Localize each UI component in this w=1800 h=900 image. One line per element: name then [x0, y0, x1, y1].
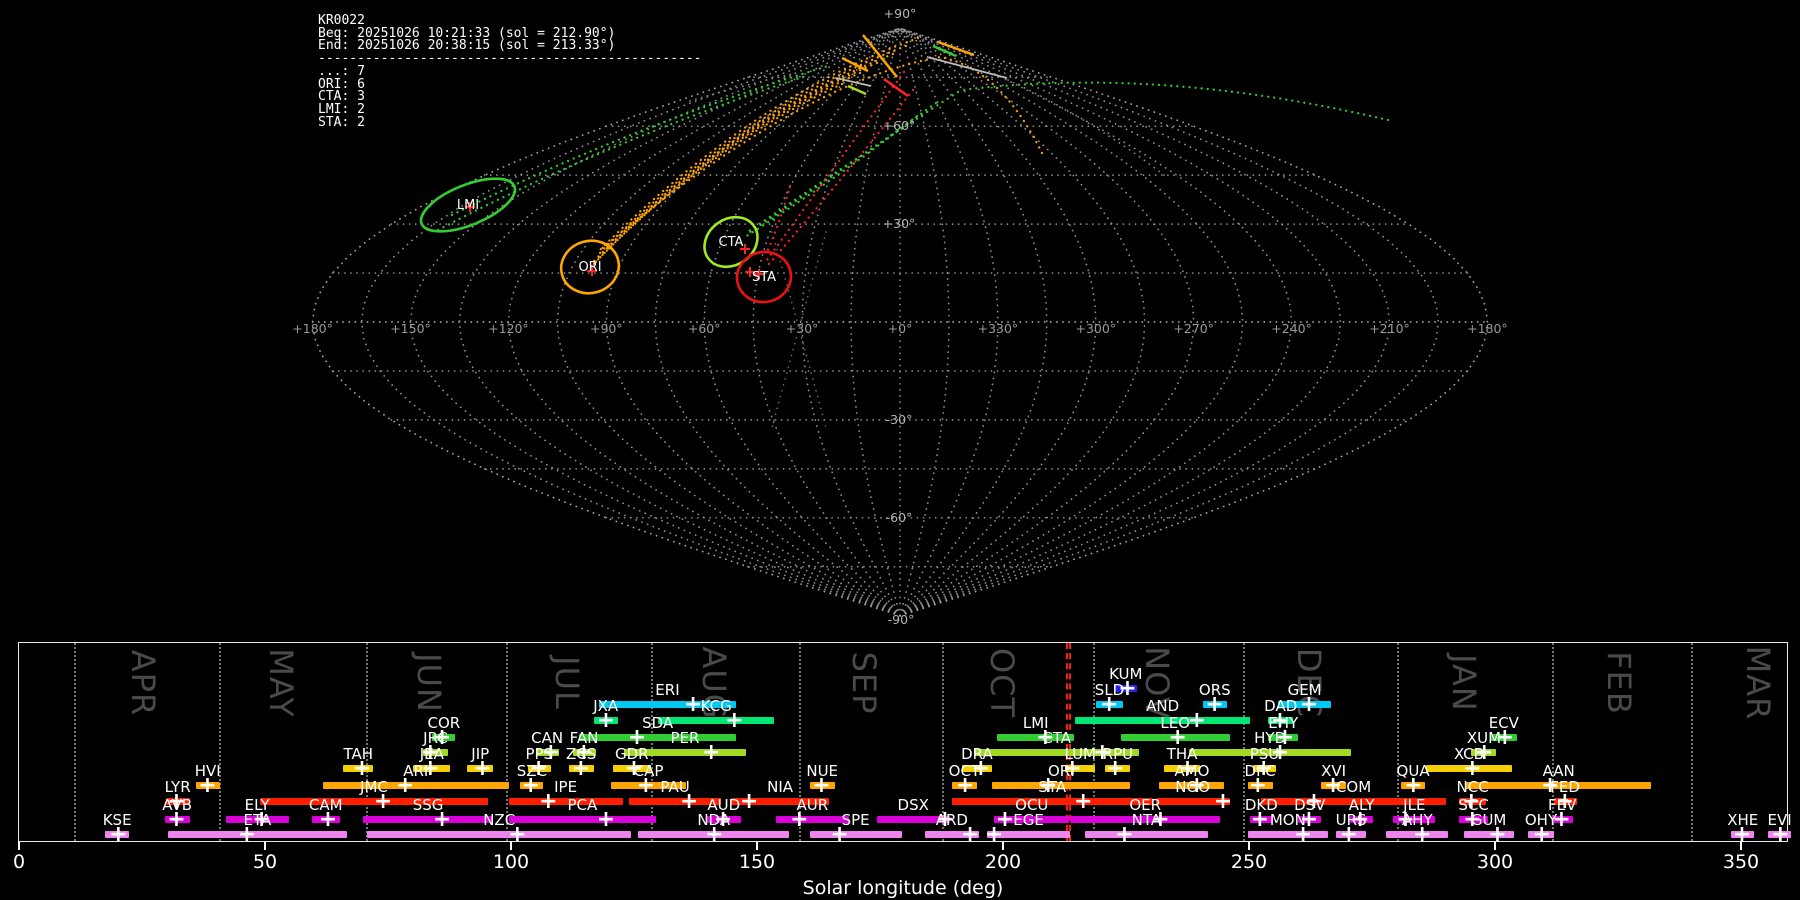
month-boundary-line: [1690, 643, 1693, 841]
month-label-jun: JUN: [409, 653, 448, 713]
radiant-label-STA: STA: [752, 270, 776, 285]
radiant-label-ORI: ORI: [578, 260, 601, 275]
summary-line: ORI: 6: [318, 76, 365, 92]
activity-timeline-chart: Solar longitude (deg) APR MAY JUN JUL AUG SEP…: [13, 642, 1792, 899]
summary-line: STA: 2: [318, 114, 365, 130]
shower-label-dsx: DSX: [897, 796, 929, 814]
month-label-may: MAY: [262, 648, 301, 718]
month-label-jul: JUL: [548, 656, 587, 710]
x-tick-label: 150: [738, 851, 776, 873]
lon-label: +90°: [590, 321, 623, 336]
lon-label: +60°: [688, 321, 721, 336]
meteor-track: [767, 88, 915, 266]
lat-label: -30°: [886, 412, 913, 427]
x-tick-label: 200: [984, 851, 1022, 873]
lon-label: +180°: [292, 321, 333, 336]
month-boundary-line: [651, 643, 654, 841]
radiant-label-LMI: LMI: [457, 198, 479, 213]
shower-label-com: COM: [1335, 778, 1372, 796]
x-tick: [18, 842, 20, 850]
x-tick: [264, 842, 266, 850]
pole-label: +90°: [884, 6, 917, 21]
lon-label: +180°: [1467, 321, 1508, 336]
meteor-track: [747, 90, 960, 233]
x-tick-label: 300: [1476, 851, 1514, 873]
shower-bar-ari: [323, 782, 509, 789]
shower-bar-spe: [809, 831, 902, 838]
x-axis-title: Solar longitude (deg): [802, 877, 1004, 899]
x-tick-label: 50: [252, 851, 278, 873]
shower-bar-mon: [1247, 831, 1329, 838]
x-tick-label: 0: [12, 851, 26, 873]
x-tick-label: 250: [1230, 851, 1268, 873]
meteor-station-screen: LMI ORI CTA STA +180° +150° +120° +90° +60° +30°…: [0, 0, 1800, 900]
meteor-segment: [847, 84, 867, 96]
x-tick-label: 100: [492, 851, 530, 873]
shower-label-noo: NOO: [1175, 778, 1211, 796]
pole-label: -90°: [888, 612, 915, 627]
shower-bar-ipe: [508, 798, 623, 805]
lon-label: +300°: [1076, 321, 1117, 336]
meteor-track: [765, 70, 906, 262]
month-label-mar: MAR: [1739, 645, 1778, 721]
shower-bar-pca: [508, 816, 657, 823]
shower-bar-eta: [167, 831, 348, 838]
month-label-feb: FEB: [1599, 651, 1638, 715]
x-tick: [1002, 842, 1004, 850]
shower-bar-ssg: [362, 816, 494, 823]
shower-bar-kcg: [658, 717, 775, 724]
lon-label: +0°: [888, 321, 913, 336]
shower-label-ipe: IPE: [554, 778, 578, 796]
lon-label: +240°: [1271, 321, 1312, 336]
month-boundary-line: [219, 643, 222, 841]
shower-label-per: PER: [670, 729, 700, 747]
month-label-apr: APR: [124, 649, 163, 717]
summary-line: ...: 7: [318, 63, 365, 79]
summary-line: CTA: 3: [318, 89, 365, 105]
month-label-jan: JAN: [1445, 654, 1483, 712]
month-label-oct: OCT: [983, 647, 1022, 719]
shower-label-nia: NIA: [767, 778, 794, 796]
shower-bar-nzc: [367, 831, 632, 838]
meteor-track: [960, 81, 1390, 122]
meteor-segment: [937, 40, 975, 57]
month-boundary-line: [365, 643, 368, 841]
x-tick: [1740, 842, 1742, 850]
x-tick: [1248, 842, 1250, 850]
shower-label-and: AND: [1146, 697, 1180, 715]
shower-bar-nta: [1085, 831, 1208, 838]
shower-label-sda: SDA: [642, 714, 674, 732]
lon-label: +270°: [1173, 321, 1214, 336]
shower-label-ege: EGE: [1013, 811, 1044, 829]
observation-summary: KR0022 Beg: 20251026 10:21:33 (sol = 212.…: [318, 14, 702, 130]
shower-label-nta: NTA: [1131, 811, 1162, 829]
x-tick: [756, 842, 758, 850]
x-tick-label: 350: [1722, 851, 1760, 873]
month-label-sep: SEP: [844, 651, 883, 715]
month-boundary-line: [74, 643, 77, 841]
x-tick: [1494, 842, 1496, 850]
summary-line: LMI: 2: [318, 101, 365, 117]
lat-label: +30°: [883, 216, 916, 231]
shower-label-eri: ERI: [655, 681, 680, 699]
shower-label-cta: CTA: [1042, 729, 1071, 747]
summary-line: ----------------------------------------…: [318, 51, 702, 67]
lon-label: +120°: [488, 321, 529, 336]
shower-label-pca: PCA: [567, 796, 598, 814]
radiant-label-CTA: CTA: [719, 235, 744, 250]
x-tick: [510, 842, 512, 850]
lon-label: +210°: [1369, 321, 1410, 336]
lon-label: +30°: [786, 321, 819, 336]
shower-label-sta: STA: [1038, 778, 1067, 796]
lat-label: +60°: [883, 118, 916, 133]
lat-label: -60°: [886, 510, 913, 525]
lon-label: +330°: [978, 321, 1019, 336]
shower-bar-sta: [951, 798, 1153, 805]
sky-radiant-map: LMI ORI CTA STA +180° +150° +120° +90° +60° +30°…: [292, 6, 1508, 627]
lon-label: +150°: [390, 321, 431, 336]
